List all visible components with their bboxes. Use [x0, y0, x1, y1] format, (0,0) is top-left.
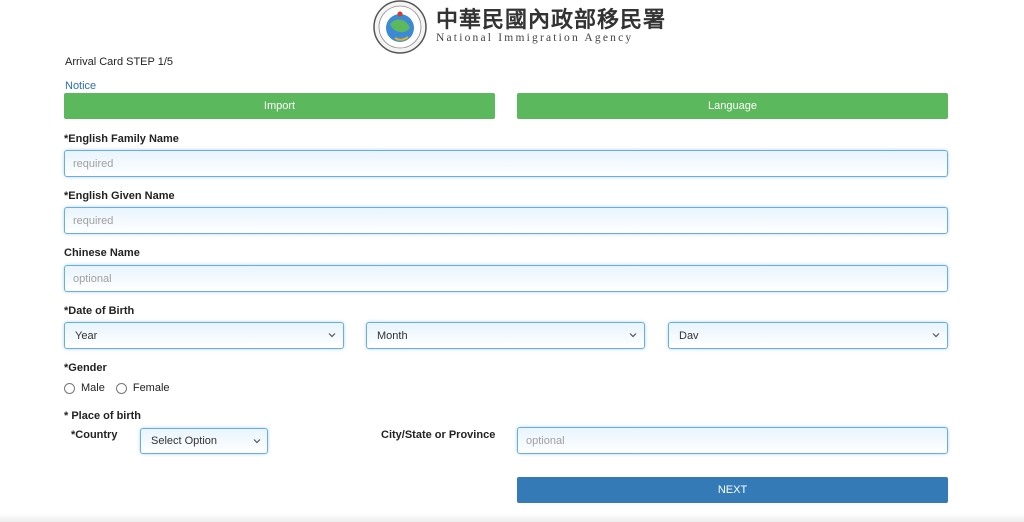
birth-day-value: Dav	[679, 329, 699, 342]
family-name-input[interactable]	[64, 150, 948, 177]
birth-month-value: Month	[377, 329, 408, 342]
city-input[interactable]	[517, 427, 948, 454]
birth-year-value: Year	[75, 329, 98, 342]
country-select[interactable]: Select Option	[140, 428, 268, 454]
gender-male-label[interactable]: Male	[81, 382, 105, 394]
chinese-name-label: Chinese Name	[64, 247, 140, 259]
given-name-input[interactable]	[64, 207, 948, 234]
birth-month-select[interactable]: Month	[366, 322, 645, 349]
language-button[interactable]: Language	[517, 93, 948, 119]
gender-female-label[interactable]: Female	[133, 382, 170, 394]
agency-english-name: National Immigration Agency	[436, 32, 634, 44]
next-button[interactable]: NEXT	[517, 477, 948, 503]
chinese-name-input[interactable]	[64, 265, 948, 292]
step-title: Arrival Card STEP 1/5	[65, 56, 174, 68]
gender-label: *Gender	[64, 362, 107, 374]
date-of-birth-label: *Date of Birth	[64, 305, 135, 317]
gender-male-radio[interactable]	[64, 382, 75, 394]
page-bottom-edge	[0, 514, 1024, 522]
chevron-down-icon	[253, 439, 261, 444]
notice-link[interactable]: Notice	[65, 80, 96, 92]
import-button[interactable]: Import	[64, 93, 495, 119]
place-of-birth-label: * Place of birth	[64, 410, 142, 422]
given-name-label: *English Given Name	[64, 190, 175, 202]
gender-female-radio[interactable]	[115, 382, 127, 394]
agency-chinese-name: 中華民國內政部移民署	[436, 7, 667, 33]
gender-options: Male Female	[64, 382, 181, 394]
country-label: *Country	[71, 429, 118, 441]
header: 中華民國內政部移民署 National Immigration Agency	[372, 0, 665, 54]
chevron-down-icon	[629, 333, 637, 338]
birth-day-select[interactable]: Dav	[668, 322, 948, 349]
country-select-value: Select Option	[151, 435, 218, 447]
chevron-down-icon	[328, 333, 336, 338]
birth-year-select[interactable]: Year	[64, 322, 344, 349]
city-label: City/State or Province	[381, 429, 496, 441]
family-name-label: *English Family Name	[64, 133, 179, 145]
chevron-down-icon	[932, 333, 940, 338]
agency-logo	[373, 0, 427, 54]
